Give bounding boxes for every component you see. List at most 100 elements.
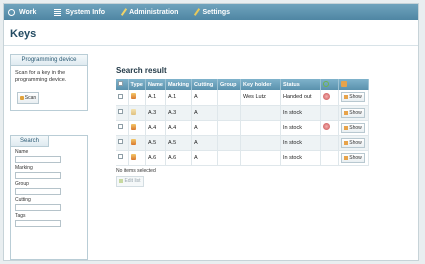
row-holder-cell bbox=[240, 150, 282, 166]
row-warn-cell bbox=[320, 150, 340, 166]
row-group-cell bbox=[217, 90, 242, 106]
marking-field-label: Marking bbox=[15, 165, 33, 171]
nav-administration[interactable]: Administration bbox=[120, 8, 178, 16]
scan-icon bbox=[19, 96, 24, 100]
cutting-field[interactable] bbox=[15, 204, 61, 211]
key-icon bbox=[344, 110, 349, 115]
row-type-cell bbox=[128, 135, 146, 151]
key-icon bbox=[344, 140, 349, 145]
row-holder-cell: Wes Lutz bbox=[240, 90, 282, 106]
table-row[interactable]: A.5 A.5 A In stock Show bbox=[116, 135, 370, 151]
key-type-icon bbox=[130, 153, 136, 160]
tab-search[interactable]: Search bbox=[11, 136, 49, 147]
row-checkbox[interactable] bbox=[118, 93, 123, 99]
list-icon bbox=[54, 8, 62, 16]
key-icon[interactable] bbox=[341, 80, 348, 87]
show-button[interactable]: Show bbox=[341, 137, 366, 148]
show-button[interactable]: Show bbox=[341, 107, 366, 118]
col-name[interactable]: Name bbox=[145, 79, 166, 90]
programming-device-header: Programming device bbox=[11, 55, 87, 66]
row-checkbox[interactable] bbox=[118, 109, 123, 114]
col-type[interactable]: Type bbox=[128, 79, 146, 90]
marking-field[interactable] bbox=[15, 172, 61, 179]
results-table: Type Name Marking Cutting Group Key hold… bbox=[116, 79, 370, 166]
clock-icon bbox=[8, 8, 15, 16]
page-title: Keys bbox=[4, 20, 418, 46]
edit-list-button[interactable]: Edit list bbox=[116, 175, 144, 187]
selection-status: No items selected bbox=[116, 167, 156, 174]
row-select-cell[interactable] bbox=[116, 135, 129, 151]
results-title: Search result bbox=[116, 66, 167, 75]
row-warn-cell bbox=[320, 135, 340, 151]
row-group-cell bbox=[217, 150, 242, 166]
key-type-icon bbox=[130, 108, 136, 115]
row-status-cell: In stock bbox=[280, 150, 322, 166]
row-type-cell bbox=[128, 150, 146, 166]
select-all-checkbox[interactable] bbox=[118, 81, 123, 86]
row-status-cell: In stock bbox=[280, 105, 322, 121]
top-nav-bar: Work System Info Administration Settings bbox=[4, 4, 418, 20]
row-warn-cell bbox=[320, 105, 340, 121]
warning-icon bbox=[323, 92, 331, 100]
show-button[interactable]: Show bbox=[341, 152, 366, 163]
table-row[interactable]: A.1 A.1 A Wes Lutz Handed out Show bbox=[116, 90, 370, 106]
row-select-cell[interactable] bbox=[116, 150, 129, 166]
show-button[interactable]: Show bbox=[341, 92, 366, 103]
search-panel: Search Name Marking Group Cutting Tags bbox=[10, 135, 88, 260]
row-group-cell bbox=[217, 135, 242, 151]
wrench-icon bbox=[194, 8, 201, 16]
col-refresh[interactable] bbox=[320, 79, 340, 90]
row-cutting-cell: A bbox=[191, 150, 219, 166]
col-status[interactable]: Status bbox=[280, 79, 322, 90]
pen-icon bbox=[120, 8, 128, 16]
table-row[interactable]: A.4 A.4 A In stock Show bbox=[116, 120, 370, 136]
tags-field[interactable] bbox=[15, 220, 61, 227]
table-row[interactable]: A.6 A.6 A In stock Show bbox=[116, 150, 370, 166]
row-marking-cell: A.1 bbox=[165, 90, 193, 106]
row-action-cell: Show bbox=[338, 90, 370, 106]
row-checkbox[interactable] bbox=[118, 154, 123, 159]
row-action-cell: Show bbox=[338, 150, 370, 166]
col-group[interactable]: Group bbox=[217, 79, 242, 90]
row-select-cell[interactable] bbox=[116, 120, 129, 136]
nav-work[interactable]: Work bbox=[8, 8, 37, 16]
row-status-cell: In stock bbox=[280, 135, 322, 151]
scan-button-label: Scan bbox=[24, 95, 37, 101]
name-field[interactable] bbox=[15, 156, 61, 163]
row-checkbox[interactable] bbox=[118, 124, 123, 129]
tags-field-label: Tags bbox=[15, 213, 26, 219]
show-button-label: Show bbox=[349, 124, 362, 131]
table-row[interactable]: A.3 A.3 A In stock Show bbox=[116, 105, 370, 121]
row-action-cell: Show bbox=[338, 105, 370, 121]
select-all-header[interactable] bbox=[116, 79, 129, 90]
row-cutting-cell: A bbox=[191, 135, 219, 151]
col-key-action[interactable] bbox=[338, 79, 370, 90]
col-cutting[interactable]: Cutting bbox=[191, 79, 219, 90]
nav-system-info[interactable]: System Info bbox=[54, 8, 105, 16]
show-button[interactable]: Show bbox=[341, 122, 366, 133]
col-marking[interactable]: Marking bbox=[165, 79, 193, 90]
row-name-cell: A.5 bbox=[145, 135, 166, 151]
row-status-cell: Handed out bbox=[280, 90, 322, 106]
nav-settings-label: Settings bbox=[202, 8, 231, 16]
row-holder-cell bbox=[240, 105, 282, 121]
group-field-label: Group bbox=[15, 181, 29, 187]
left-column: Programming device Scan for a key in the… bbox=[10, 54, 88, 260]
warning-icon bbox=[323, 123, 331, 130]
show-button-label: Show bbox=[349, 109, 362, 116]
row-holder-cell bbox=[240, 120, 282, 136]
refresh-icon[interactable] bbox=[323, 80, 330, 87]
row-select-cell[interactable] bbox=[116, 105, 129, 121]
scan-button[interactable]: Scan bbox=[17, 92, 39, 104]
nav-work-label: Work bbox=[19, 8, 37, 16]
row-status-cell: In stock bbox=[280, 120, 322, 136]
row-cutting-cell: A bbox=[191, 90, 219, 106]
row-checkbox[interactable] bbox=[118, 139, 123, 144]
row-marking-cell: A.6 bbox=[165, 150, 193, 166]
group-field[interactable] bbox=[15, 188, 61, 195]
row-group-cell bbox=[217, 120, 242, 136]
col-key-holder[interactable]: Key holder bbox=[240, 79, 282, 90]
row-select-cell[interactable] bbox=[116, 90, 129, 106]
nav-settings[interactable]: Settings bbox=[194, 8, 231, 16]
key-type-icon bbox=[130, 138, 136, 145]
